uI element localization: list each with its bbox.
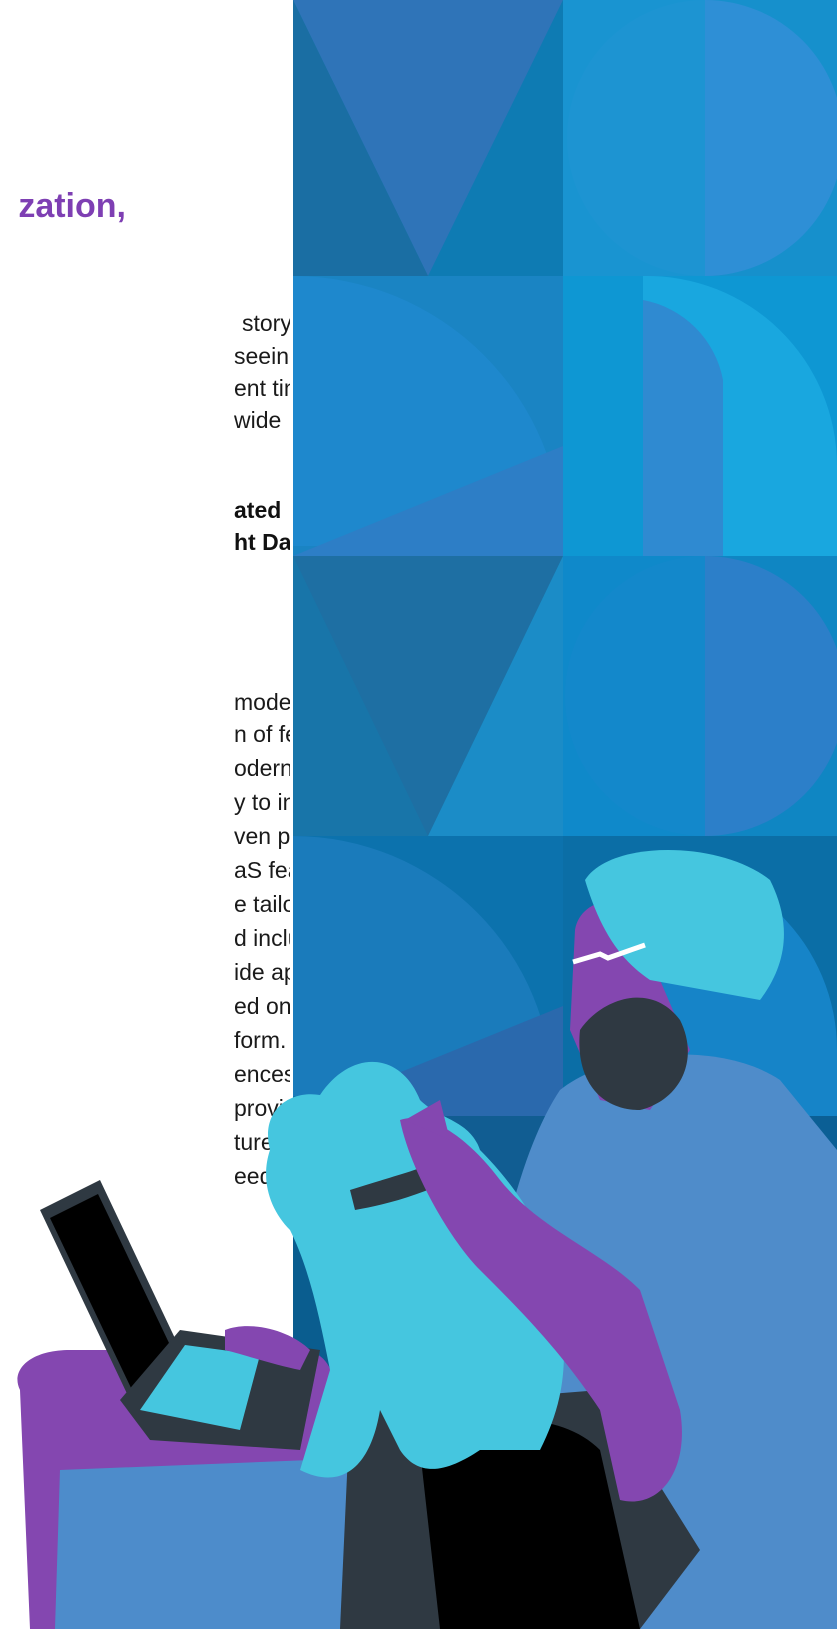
callout-line-1: ated: [234, 497, 282, 523]
callout-line-2: ht DaaS: [234, 529, 290, 555]
body-line-2: n of features and: [234, 721, 290, 747]
intro-line-1: story.: [242, 310, 290, 336]
intro-line-3: ent time: [234, 375, 290, 401]
person-with-dog-illustration: [17, 850, 837, 1629]
document-page: zation, story. seeing ent time wide ated…: [0, 0, 837, 1629]
intro-line-4: wide: [234, 407, 282, 433]
body-line-4: y to increase,: [234, 789, 290, 815]
body-line-3: odern DaaS models: [234, 755, 290, 781]
section-heading: zation,: [18, 187, 126, 225]
body-line-5: ven pause solution: [234, 823, 290, 849]
intro-line-2: seeing: [234, 343, 290, 369]
body-line-1: model that allows: [234, 689, 290, 715]
